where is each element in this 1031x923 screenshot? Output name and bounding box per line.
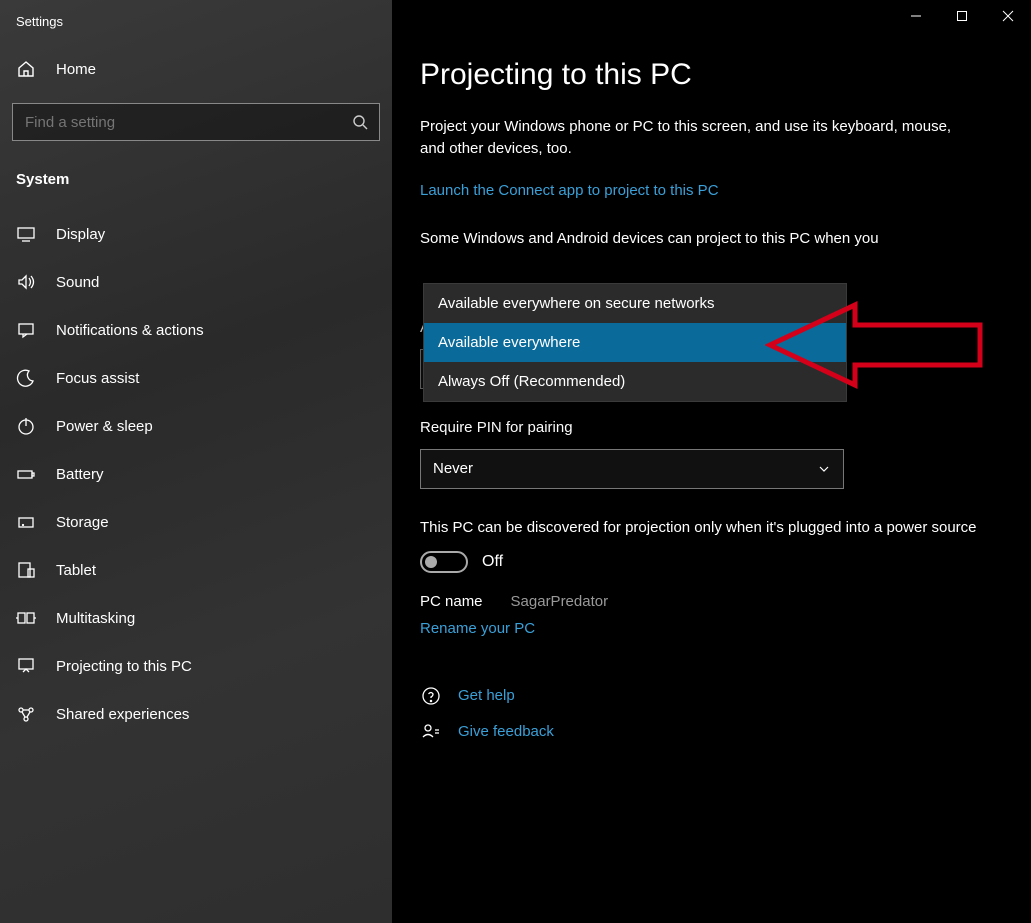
page-description: Project your Windows phone or PC to this…: [420, 116, 980, 160]
home-label: Home: [56, 61, 96, 78]
sidebar-item-label: Shared experiences: [56, 706, 189, 723]
sidebar-item-label: Multitasking: [56, 610, 135, 627]
sidebar-section-header: System: [0, 163, 392, 210]
give-feedback-link[interactable]: Give feedback: [458, 723, 554, 740]
sidebar-item-label: Focus assist: [56, 370, 139, 387]
sound-icon: [16, 272, 36, 292]
feedback-icon: [420, 722, 442, 742]
window-controls: [893, 0, 1031, 32]
sidebar-item-label: Display: [56, 226, 105, 243]
sidebar-item-multitasking[interactable]: Multitasking: [0, 594, 392, 642]
toggle-state-label: Off: [482, 553, 503, 571]
moon-icon: [16, 368, 36, 388]
sidebar-item-focus-assist[interactable]: Focus assist: [0, 354, 392, 402]
require-pin-label: Require PIN for pairing: [420, 417, 980, 439]
sidebar-item-display[interactable]: Display: [0, 210, 392, 258]
sidebar-item-label: Storage: [56, 514, 109, 531]
get-help-link[interactable]: Get help: [458, 687, 515, 704]
display-icon: [16, 224, 36, 244]
home-button[interactable]: Home: [0, 49, 392, 103]
sidebar-item-label: Sound: [56, 274, 99, 291]
sidebar-item-power-sleep[interactable]: Power & sleep: [0, 402, 392, 450]
sidebar-item-battery[interactable]: Battery: [0, 450, 392, 498]
tablet-icon: [16, 560, 36, 580]
dropdown-option-selected[interactable]: Available everywhere: [424, 323, 846, 362]
chevron-down-icon: [817, 462, 831, 476]
sidebar-item-storage[interactable]: Storage: [0, 498, 392, 546]
main-panel: Projecting to this PC Project your Windo…: [392, 0, 1031, 923]
help-icon: [420, 686, 442, 706]
pc-name-value: SagarPredator: [511, 593, 609, 610]
sidebar-item-label: Tablet: [56, 562, 96, 579]
window-title: Settings: [0, 0, 392, 49]
require-pin-select[interactable]: Never: [420, 449, 844, 489]
sidebar-item-sound[interactable]: Sound: [0, 258, 392, 306]
home-icon: [16, 59, 36, 79]
projecting-icon: [16, 656, 36, 676]
availability-setting-label: Some Windows and Android devices can pro…: [420, 228, 980, 250]
minimize-button[interactable]: [893, 0, 939, 32]
notifications-icon: [16, 320, 36, 340]
sidebar-item-shared-experiences[interactable]: Shared experiences: [0, 690, 392, 738]
dropdown-option[interactable]: Available everywhere on secure networks: [424, 284, 846, 323]
maximize-button[interactable]: [939, 0, 985, 32]
sidebar-item-label: Battery: [56, 466, 104, 483]
search-icon: [352, 114, 368, 130]
availability-dropdown[interactable]: Available everywhere on secure networks …: [423, 283, 847, 402]
sidebar: Settings Home System Display: [0, 0, 392, 923]
launch-connect-link[interactable]: Launch the Connect app to project to thi…: [420, 182, 719, 199]
sidebar-item-tablet[interactable]: Tablet: [0, 546, 392, 594]
pc-name-label: PC name: [420, 593, 483, 610]
search-input[interactable]: [12, 103, 380, 141]
storage-icon: [16, 512, 36, 532]
power-icon: [16, 416, 36, 436]
dropdown-option[interactable]: Always Off (Recommended): [424, 362, 846, 401]
battery-icon: [16, 464, 36, 484]
rename-pc-link[interactable]: Rename your PC: [420, 620, 535, 637]
discovery-power-label: This PC can be discovered for projection…: [420, 517, 980, 539]
sidebar-item-label: Projecting to this PC: [56, 658, 192, 675]
close-button[interactable]: [985, 0, 1031, 32]
sidebar-item-notifications[interactable]: Notifications & actions: [0, 306, 392, 354]
multitasking-icon: [16, 608, 36, 628]
sidebar-item-label: Power & sleep: [56, 418, 153, 435]
sidebar-item-projecting[interactable]: Projecting to this PC: [0, 642, 392, 690]
select-value: Never: [433, 460, 473, 477]
discovery-toggle[interactable]: [420, 551, 468, 573]
sidebar-item-label: Notifications & actions: [56, 322, 204, 339]
shared-icon: [16, 704, 36, 724]
